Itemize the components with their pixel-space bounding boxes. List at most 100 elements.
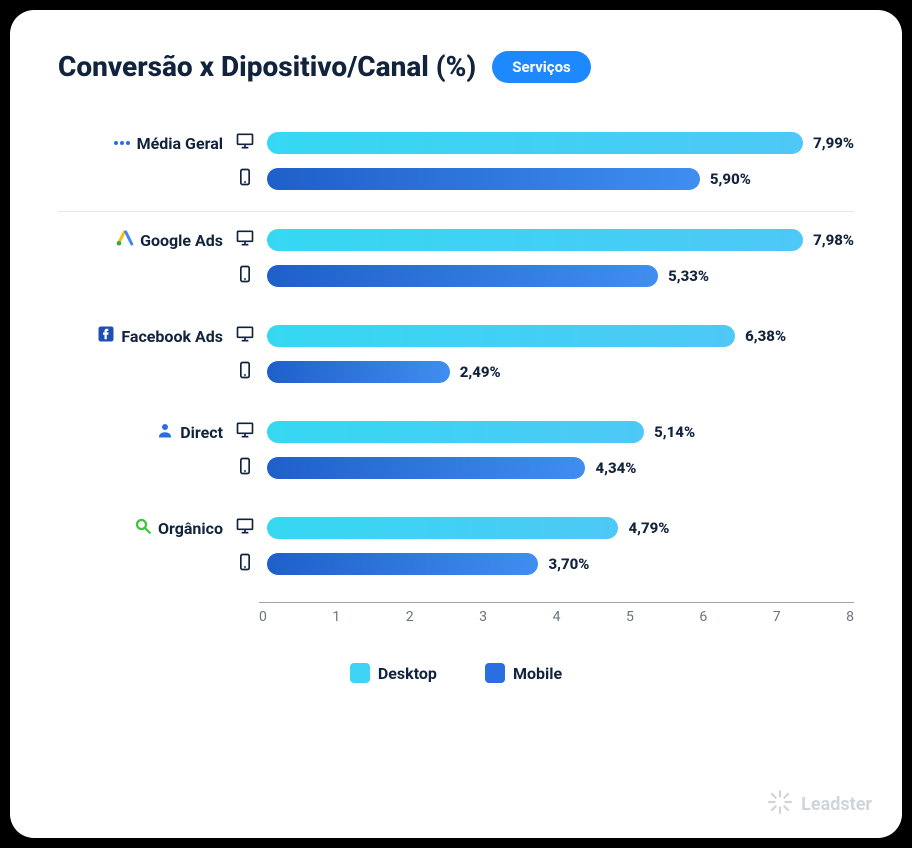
channel-group: Orgânico 4,79% 3,70% <box>58 500 854 596</box>
bar-col: 4,79% <box>267 517 854 539</box>
legend-swatch-mobile <box>485 663 505 683</box>
bar-col: 7,98% <box>267 229 854 251</box>
axis-tick: 6 <box>699 609 707 625</box>
device-icon-desktop <box>231 131 259 155</box>
person-icon <box>156 421 174 443</box>
channel-label: Média Geral <box>58 134 223 153</box>
x-axis: 0 1 2 3 4 5 6 7 8 <box>259 602 854 625</box>
bar-desktop <box>267 229 803 251</box>
channel-label: Facebook Ads <box>58 327 223 346</box>
bar-col: 7,99% <box>267 132 854 154</box>
spark-icon <box>767 789 793 820</box>
channel-group: Média Geral 7,99% 5,90% <box>58 115 854 212</box>
channel-label: Google Ads <box>58 231 223 250</box>
bar-row-mobile: 3,70% <box>58 546 854 582</box>
rows-container: Média Geral 7,99% 5,90% Google Ads 7,98%… <box>58 115 854 596</box>
facebook-icon <box>97 325 115 347</box>
monitor-icon <box>235 131 255 155</box>
legend-label-desktop: Desktop <box>378 664 437 683</box>
device-icon-mobile <box>231 264 259 288</box>
value-label-mobile: 4,34% <box>595 459 636 477</box>
bar-desktop <box>267 132 803 154</box>
bar-row-desktop: Média Geral 7,99% <box>58 125 854 161</box>
device-icon-mobile <box>231 360 259 384</box>
device-icon-desktop <box>231 324 259 348</box>
value-label-mobile: 3,70% <box>548 555 589 573</box>
bar-mobile <box>267 553 538 575</box>
category-badge: Serviços <box>492 51 591 83</box>
bar-row-mobile: 2,49% <box>58 354 854 390</box>
legend-label-mobile: Mobile <box>513 664 562 683</box>
channel-group: Facebook Ads 6,38% 2,49% <box>58 308 854 404</box>
bar-row-mobile: 4,34% <box>58 450 854 486</box>
phone-icon <box>235 456 255 480</box>
phone-icon <box>235 360 255 384</box>
value-label-mobile: 5,90% <box>710 170 751 188</box>
dots-icon <box>114 141 130 145</box>
device-icon-mobile <box>231 456 259 480</box>
bar-col: 2,49% <box>267 361 854 383</box>
channel-name: Facebook Ads <box>121 327 223 346</box>
axis-tick: 3 <box>479 609 487 625</box>
legend-swatch-desktop <box>350 663 370 683</box>
channel-name: Orgânico <box>158 519 223 538</box>
axis-tick: 5 <box>626 609 634 625</box>
bar-row-mobile: 5,90% <box>58 161 854 197</box>
phone-icon <box>235 552 255 576</box>
bar-mobile <box>267 168 700 190</box>
value-label-desktop: 7,99% <box>813 134 854 152</box>
chart-body: Média Geral 7,99% 5,90% Google Ads 7,98%… <box>58 115 854 683</box>
channel-name: Direct <box>180 423 223 442</box>
chart-header: Conversão x Dipositivo/Canal (%) Serviço… <box>58 50 854 83</box>
legend-desktop: Desktop <box>350 663 437 683</box>
bar-col: 6,38% <box>267 325 854 347</box>
value-label-desktop: 4,79% <box>628 519 669 537</box>
bar-row-desktop: Facebook Ads 6,38% <box>58 318 854 354</box>
bar-mobile <box>267 457 585 479</box>
channel-group: Google Ads 7,98% 5,33% <box>58 212 854 308</box>
bar-desktop <box>267 421 644 443</box>
monitor-icon <box>235 516 255 540</box>
bar-mobile <box>267 265 658 287</box>
bar-col: 4,34% <box>267 457 854 479</box>
bar-col: 5,14% <box>267 421 854 443</box>
search-icon <box>134 517 152 539</box>
phone-icon <box>235 167 255 191</box>
chart-title: Conversão x Dipositivo/Canal (%) <box>58 50 476 83</box>
google-ads-icon <box>116 229 134 251</box>
channel-name: Média Geral <box>137 134 223 153</box>
value-label-desktop: 5,14% <box>654 423 695 441</box>
monitor-icon <box>235 228 255 252</box>
phone-icon <box>235 264 255 288</box>
bar-col: 3,70% <box>267 553 854 575</box>
device-icon-mobile <box>231 552 259 576</box>
axis-tick: 4 <box>553 609 561 625</box>
device-icon-mobile <box>231 167 259 191</box>
channel-label: Orgânico <box>58 519 223 538</box>
axis-tick: 7 <box>773 609 781 625</box>
device-icon-desktop <box>231 420 259 444</box>
bar-col: 5,90% <box>267 168 854 190</box>
monitor-icon <box>235 420 255 444</box>
brand-name: Leadster <box>801 794 872 815</box>
bar-row-desktop: Direct 5,14% <box>58 414 854 450</box>
axis-tick: 0 <box>259 609 267 625</box>
bar-row-desktop: Orgânico 4,79% <box>58 510 854 546</box>
brand-logo: Leadster <box>767 789 872 820</box>
bar-col: 5,33% <box>267 265 854 287</box>
value-label-desktop: 6,38% <box>745 327 786 345</box>
axis-tick: 2 <box>406 609 414 625</box>
chart-card: Conversão x Dipositivo/Canal (%) Serviço… <box>10 10 902 838</box>
value-label-mobile: 5,33% <box>668 267 709 285</box>
bar-row-desktop: Google Ads 7,98% <box>58 222 854 258</box>
legend: Desktop Mobile <box>58 663 854 683</box>
device-icon-desktop <box>231 228 259 252</box>
bar-desktop <box>267 325 735 347</box>
channel-label: Direct <box>58 423 223 442</box>
device-icon-desktop <box>231 516 259 540</box>
bar-desktop <box>267 517 618 539</box>
bar-mobile <box>267 361 450 383</box>
axis-tick: 8 <box>846 609 854 625</box>
bar-row-mobile: 5,33% <box>58 258 854 294</box>
axis-tick: 1 <box>332 609 340 625</box>
